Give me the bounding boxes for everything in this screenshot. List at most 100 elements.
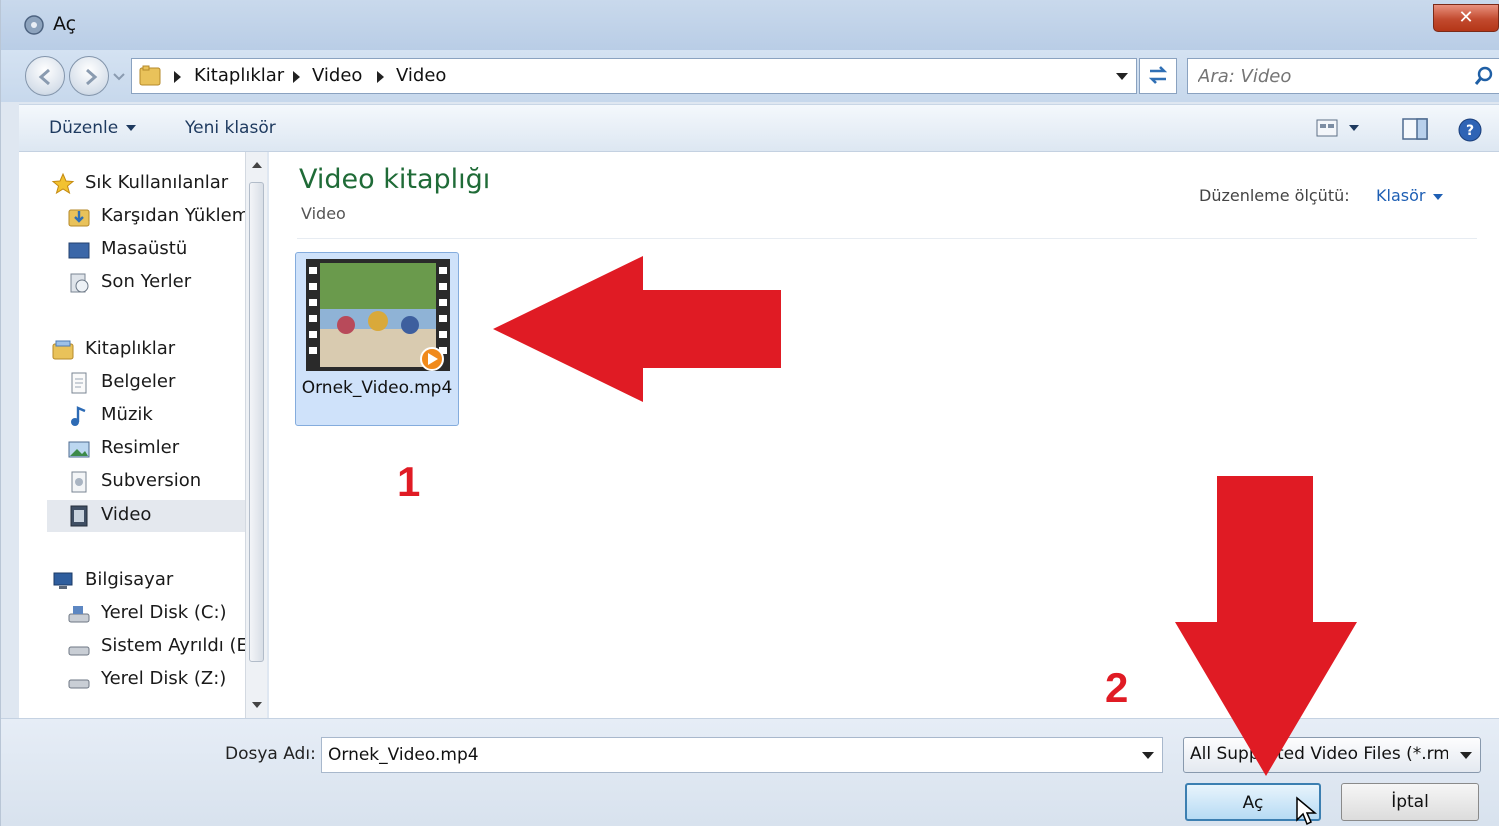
sidebar-item-downloads[interactable]: Karşıdan Yüklem xyxy=(67,203,263,231)
chevron-down-icon xyxy=(126,125,137,131)
video-thumbnail-icon xyxy=(306,259,450,371)
filename-input[interactable] xyxy=(328,743,1108,767)
sidebar-item-drive-c[interactable]: Yerel Disk (C:) xyxy=(67,600,263,628)
music-icon xyxy=(71,406,86,426)
folder-icon xyxy=(139,65,161,86)
video-icon xyxy=(70,505,88,527)
documents-icon xyxy=(71,372,87,394)
arrange-by-label: Düzenleme ölçütü: xyxy=(1199,186,1350,205)
downloads-folder-icon xyxy=(68,209,90,227)
chevron-down-icon xyxy=(1433,193,1444,200)
new-folder-button[interactable]: Yeni klasör xyxy=(185,118,276,138)
computer-icon xyxy=(53,572,73,589)
scroll-up-icon[interactable] xyxy=(252,162,262,168)
sidebar-item-label: Masaüstü xyxy=(101,238,188,259)
scroll-thumb[interactable] xyxy=(249,182,264,662)
views-dropdown-icon[interactable] xyxy=(1349,125,1359,131)
sidebar-item-label: Yerel Disk (Z:) xyxy=(101,668,227,689)
sidebar-item-drive-e[interactable]: Sistem Ayrıldı (E: xyxy=(67,633,263,661)
history-dropdown-icon[interactable] xyxy=(112,66,126,86)
sidebar-item-libraries[interactable]: Kitaplıklar xyxy=(51,336,261,364)
filename-dropdown-icon[interactable] xyxy=(1142,752,1154,759)
sidebar-item-label: Belgeler xyxy=(101,371,176,392)
red-arrow-left-icon xyxy=(493,256,781,402)
sidebar-item-video[interactable]: Video xyxy=(47,500,263,532)
title-bar: Aç ✕ xyxy=(1,0,1499,50)
sidebar-item-label: Bilgisayar xyxy=(85,569,174,590)
sidebar-item-computer[interactable]: Bilgisayar xyxy=(51,567,261,595)
sidebar-item-label: Resimler xyxy=(101,437,180,458)
breadcrumb-libraries[interactable]: Kitaplıklar xyxy=(194,65,284,86)
scroll-down-icon[interactable] xyxy=(252,702,262,708)
cancel-button[interactable]: İptal xyxy=(1341,783,1479,821)
arrange-by-value: Klasör xyxy=(1376,186,1426,205)
sidebar-item-label: Video xyxy=(101,504,152,525)
views-icon[interactable] xyxy=(1315,117,1339,139)
library-subtitle: Video xyxy=(301,204,346,223)
back-button[interactable] xyxy=(25,56,65,96)
window-title: Aç xyxy=(53,13,77,35)
address-bar[interactable]: Kitaplıklar Video Video xyxy=(131,58,1137,94)
sidebar-item-subversion[interactable]: Subversion xyxy=(67,468,263,496)
sidebar-item-favorites[interactable]: Sık Kullanılanlar xyxy=(51,170,261,198)
forward-arrow-icon xyxy=(86,68,98,86)
sidebar-item-recent-places[interactable]: Son Yerler xyxy=(67,269,263,297)
drive-icon xyxy=(68,606,90,623)
pictures-icon xyxy=(68,441,90,458)
step-number-1: 1 xyxy=(397,458,421,505)
address-row: Kitaplıklar Video Video xyxy=(1,50,1499,102)
app-icon xyxy=(24,15,44,35)
step-number-2: 2 xyxy=(1105,664,1129,711)
search-box[interactable] xyxy=(1187,58,1499,94)
divider xyxy=(297,238,1477,239)
sidebar-item-desktop[interactable]: Masaüstü xyxy=(67,236,263,264)
filename-label: Dosya Adı: xyxy=(225,744,316,764)
sidebar-item-label: Sık Kullanılanlar xyxy=(85,172,229,193)
refresh-button[interactable] xyxy=(1139,58,1177,94)
sidebar-item-label: Yerel Disk (C:) xyxy=(101,602,227,623)
breadcrumb-separator-icon[interactable] xyxy=(174,71,181,83)
close-button[interactable]: ✕ xyxy=(1433,4,1499,32)
sidebar-item-label: Kitaplıklar xyxy=(85,338,176,359)
mouse-cursor-icon xyxy=(1296,796,1318,826)
arrange-by-dropdown[interactable]: Klasör xyxy=(1376,186,1444,205)
forward-button[interactable] xyxy=(69,56,109,96)
preview-pane-icon[interactable] xyxy=(1401,117,1429,141)
sidebar-item-music[interactable]: Müzik xyxy=(67,402,263,430)
svg-text:?: ? xyxy=(1466,123,1474,139)
recent-places-icon xyxy=(70,273,89,293)
filename-combobox[interactable] xyxy=(321,737,1163,773)
sidebar-item-label: Karşıdan Yüklem xyxy=(101,205,250,226)
search-icon[interactable] xyxy=(1473,65,1495,87)
navigation-scrollbar[interactable] xyxy=(245,152,267,718)
breadcrumb-video-current[interactable]: Video xyxy=(396,65,446,86)
file-name: Ornek_Video.mp4 xyxy=(301,378,453,398)
sidebar-item-pictures[interactable]: Resimler xyxy=(67,435,263,463)
address-dropdown-icon[interactable] xyxy=(1116,73,1128,80)
organize-label: Düzenle xyxy=(49,118,119,138)
breadcrumb-video[interactable]: Video xyxy=(312,65,362,86)
desktop-icon xyxy=(68,242,90,259)
sidebar-item-documents[interactable]: Belgeler xyxy=(67,369,263,397)
star-icon xyxy=(51,172,75,195)
search-input[interactable] xyxy=(1198,63,1468,89)
breadcrumb-separator-icon[interactable] xyxy=(377,71,384,83)
breadcrumb-separator-icon[interactable] xyxy=(293,71,300,83)
sidebar-item-label: Subversion xyxy=(101,470,202,491)
open-file-dialog: Aç ✕ Kitaplıklar Video Video Ara: Video … xyxy=(0,0,1499,826)
red-arrow-down-icon xyxy=(1175,476,1357,776)
filetype-dropdown-icon xyxy=(1460,752,1472,759)
drive-icon xyxy=(68,679,90,689)
drive-icon xyxy=(68,646,90,656)
sidebar-item-label: Müzik xyxy=(101,404,153,425)
help-icon[interactable]: ? xyxy=(1457,117,1483,143)
back-arrow-icon xyxy=(38,68,50,86)
command-toolbar: Düzenle Yeni klasör ? xyxy=(19,104,1499,152)
subversion-icon xyxy=(71,471,87,493)
file-item-video[interactable]: Ornek_Video.mp4 xyxy=(295,252,459,426)
sidebar-item-label: Sistem Ayrıldı (E: xyxy=(101,635,254,656)
organize-menu[interactable]: Düzenle xyxy=(49,118,137,138)
navigation-pane: Sık Kullanılanlar Karşıdan Yüklem Masaüs… xyxy=(19,152,267,718)
libraries-icon xyxy=(52,340,74,360)
sidebar-item-drive-z[interactable]: Yerel Disk (Z:) xyxy=(67,666,263,694)
